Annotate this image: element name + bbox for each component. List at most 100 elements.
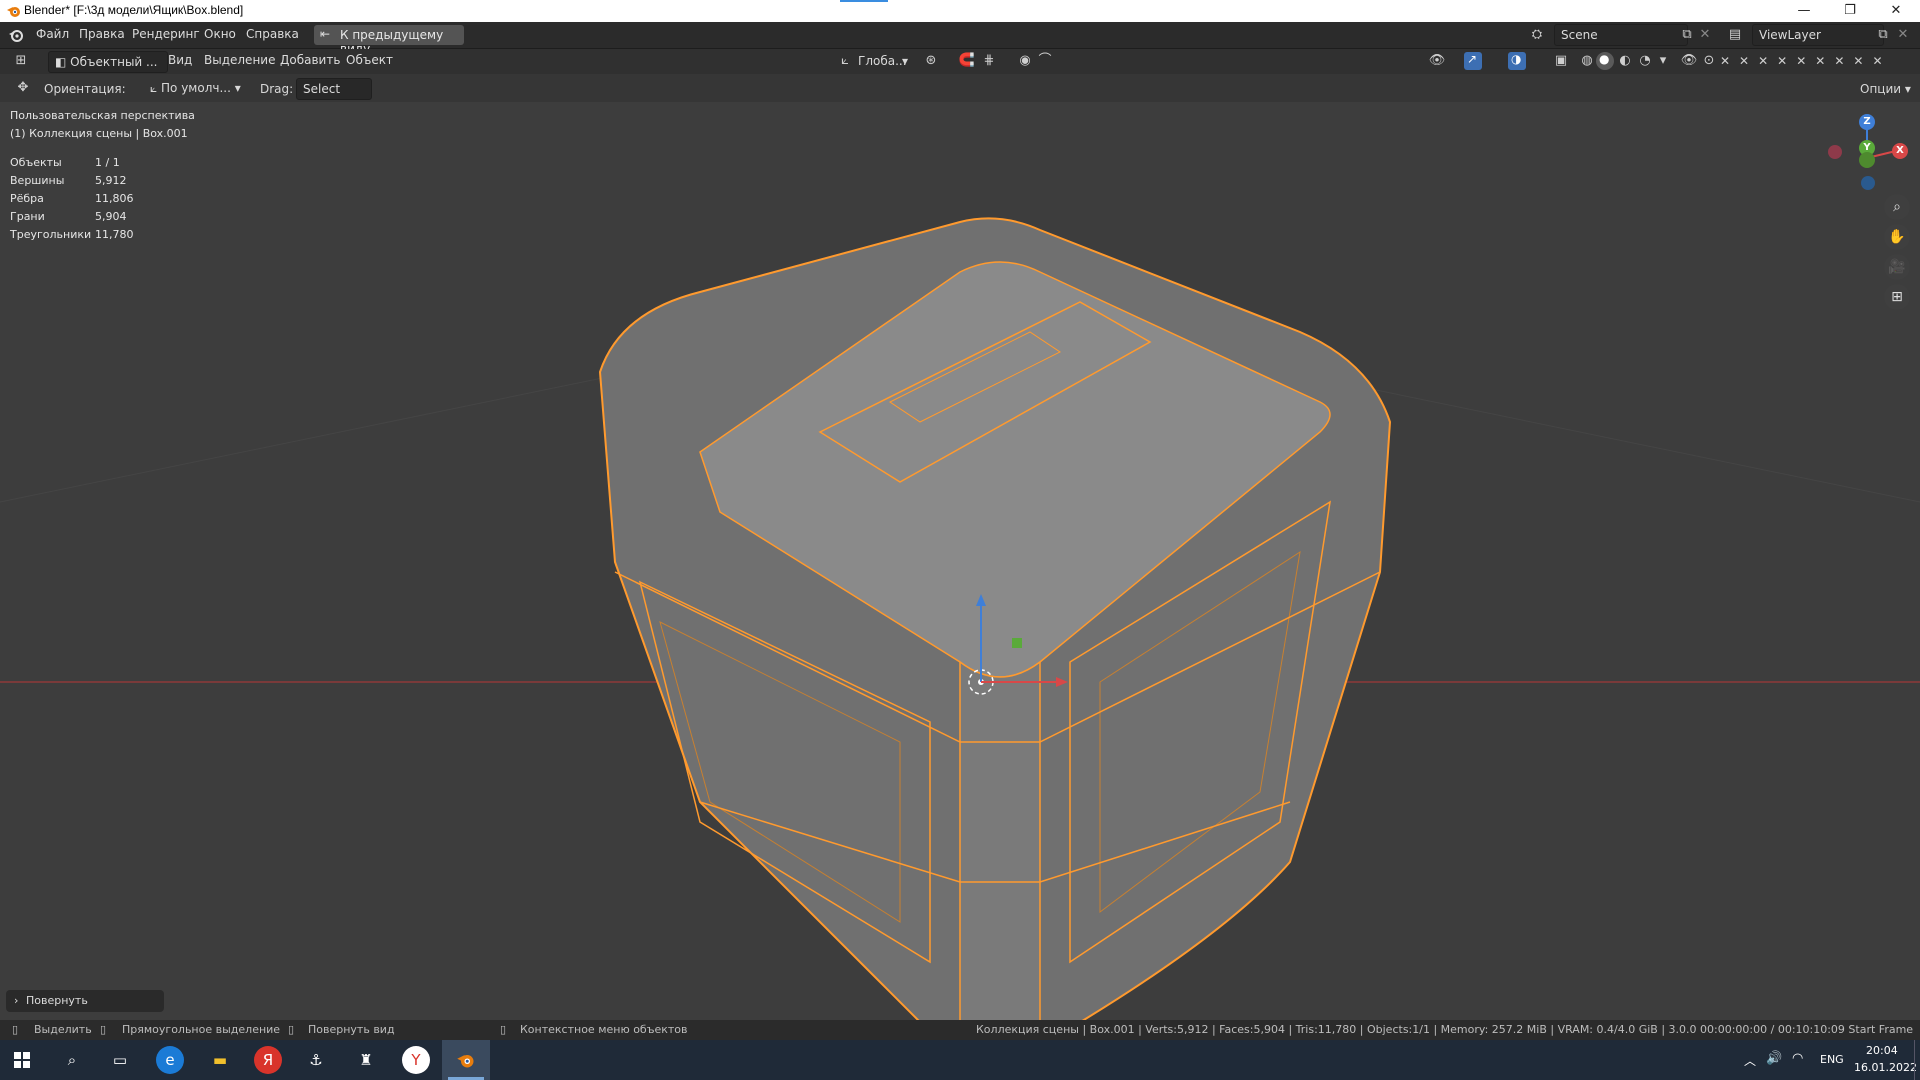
wows-launcher-icon[interactable]: ⚓ (302, 1046, 330, 1074)
minimize-button[interactable]: — (1781, 0, 1827, 22)
volume-icon[interactable]: 🔊 (1766, 1051, 1782, 1066)
snap-toggle-icon[interactable]: 🧲 (958, 52, 976, 70)
options-label: Опции (1860, 82, 1902, 96)
navigation-gizmo[interactable]: Z Y X (1822, 110, 1912, 200)
clock-time[interactable]: 20:04 (1866, 1044, 1898, 1057)
back-to-previous-button[interactable]: ⇤ К предыдущему виду (314, 25, 464, 56)
last-operator-label: Повернуть (26, 994, 88, 1007)
proportional-edit-icon[interactable]: ◉ (1016, 52, 1034, 70)
mode-dropdown[interactable]: ◧ Объектный ... ▾ (48, 51, 168, 89)
snap-target-icon[interactable]: ⋕ (980, 52, 998, 70)
menu-render[interactable]: Рендеринг (132, 27, 200, 41)
stat-row: Грани 5,904 (10, 210, 170, 228)
gizmo-z-axis[interactable]: Z (1859, 114, 1875, 130)
maximize-button[interactable]: ❐ (1827, 0, 1873, 22)
menu-object[interactable]: Объект (346, 53, 393, 67)
show-desktop-button[interactable] (1914, 1040, 1920, 1080)
stat-value: 5,904 (95, 210, 127, 223)
chevron-right-icon: › (14, 994, 19, 1007)
yandex-icon[interactable]: Я (254, 1046, 282, 1074)
3d-viewport[interactable]: Пользовательская перспектива (1) Коллекц… (0, 102, 1920, 1020)
viewport-filter-icons[interactable]: ✕✕✕✕✕✕✕✕✕ (1720, 54, 1892, 68)
options-dropdown[interactable]: Опции ▾ (1860, 82, 1911, 96)
viewlayer-name-field[interactable]: ViewLayer (1752, 24, 1884, 46)
task-view-icon[interactable]: ▭ (106, 1046, 134, 1074)
mouse-middle-icon: ▯ (288, 1023, 295, 1036)
box-mesh (598, 217, 1392, 1020)
stat-value: 11,806 (95, 192, 134, 205)
pan-hand-icon[interactable]: ✋ (1884, 224, 1910, 250)
menu-help[interactable]: Справка (246, 27, 299, 41)
search-icon[interactable]: ⌕ (58, 1046, 86, 1074)
orientation-dropdown[interactable]: ⟀ По умолч... ▾ (150, 78, 244, 98)
wot-launcher-icon[interactable]: ♜ (352, 1046, 380, 1074)
tray-chevron-up-icon[interactable]: ︿ (1744, 1052, 1756, 1069)
camera-view-icon[interactable]: 🎥 (1884, 254, 1910, 280)
gizmo-neg-x[interactable] (1828, 145, 1842, 159)
file-explorer-icon[interactable]: ▬ (206, 1046, 234, 1074)
viewport-scene (0, 217, 1920, 1020)
menu-select[interactable]: Выделение (204, 53, 275, 67)
drag-label: Drag: (260, 82, 294, 96)
gizmo-neg-z[interactable] (1861, 176, 1875, 190)
edge-browser-icon[interactable]: e (156, 1046, 184, 1074)
zoom-icon[interactable]: ⌕ (1884, 194, 1910, 220)
rendered-shading-icon[interactable]: ◔ (1636, 52, 1654, 70)
orientation-value: По умолч... (161, 81, 231, 95)
wifi-icon[interactable]: ◠ (1792, 1051, 1803, 1066)
new-scene-icon[interactable]: ⧉ (1678, 26, 1696, 44)
back-icon: ⇤ (320, 27, 331, 41)
blender-taskbar-button[interactable] (442, 1040, 490, 1080)
transform-orientation-label[interactable]: Глоба... (858, 54, 907, 68)
status-bar: ▯ Выделить ▯ Прямоугольное выделение ▯ П… (0, 1020, 1920, 1040)
viewlayer-selector-icon[interactable]: ▤ (1726, 26, 1744, 44)
menu-add[interactable]: Добавить (280, 53, 340, 67)
transform-orientation-icon: ⟀ (841, 53, 849, 68)
filter-icon[interactable]: ⊙ (1700, 52, 1718, 70)
mode-label: Объектный ... (70, 55, 158, 69)
stat-value: 11,780 (95, 228, 134, 241)
last-operator-panel[interactable]: › Повернуть (6, 990, 164, 1012)
eye-visibility-icon[interactable]: 👁 (1680, 52, 1698, 70)
wireframe-shading-icon[interactable]: ◍ (1578, 52, 1596, 70)
delete-scene-icon[interactable]: ✕ (1696, 26, 1714, 44)
scene-selector-icon[interactable]: ⛭ (1528, 26, 1546, 44)
shading-options-icon[interactable]: ▾ (1654, 52, 1672, 70)
solid-shading-button[interactable]: ● (1596, 52, 1614, 70)
new-viewlayer-icon[interactable]: ⧉ (1874, 26, 1892, 44)
show-gizmo-toggle[interactable]: ↗ (1464, 52, 1482, 70)
stat-label: Объекты (10, 156, 62, 169)
visibility-selector-icon[interactable]: 👁 (1428, 52, 1446, 70)
gizmo-x-axis[interactable]: X (1892, 143, 1908, 159)
scene-name-field[interactable]: Scene (1554, 24, 1688, 46)
menu-window[interactable]: Окно (204, 27, 236, 41)
xray-toggle-icon[interactable]: ▣ (1552, 52, 1570, 70)
scene-statistics: Объекты 1 / 1 Вершины 5,912 Рёбра 11,806… (10, 156, 170, 246)
title-accent-line (840, 0, 888, 2)
blender-menu-icon[interactable] (8, 27, 24, 43)
drag-dropdown[interactable]: Select Box ▾ (296, 78, 372, 116)
blender-app-icon (457, 1055, 474, 1068)
menu-edit[interactable]: Правка (79, 27, 125, 41)
window-title: Blender* [F:\3д модели\Ящик\Box.blend] (24, 3, 244, 17)
language-indicator[interactable]: ENG (1820, 1053, 1844, 1066)
close-button[interactable]: ✕ (1873, 0, 1919, 22)
viewport-header: ⊞ ◧ Объектный ... ▾ Вид Выделение Добави… (0, 49, 1920, 89)
menu-file[interactable]: Файл (36, 27, 69, 41)
editor-type-icon[interactable]: ⊞ (12, 52, 30, 70)
windows-start-icon[interactable] (14, 1052, 30, 1068)
chevron-down-icon: ▾ (230, 81, 241, 95)
clock-date[interactable]: 16.01.2022 (1854, 1061, 1917, 1074)
menu-view[interactable]: Вид (168, 53, 192, 67)
mouse-drag-icon: ▯ (100, 1023, 107, 1036)
delete-viewlayer-icon[interactable]: ✕ (1894, 26, 1912, 44)
yandex-browser-icon[interactable]: Y (402, 1046, 430, 1074)
material-shading-icon[interactable]: ◐ (1616, 52, 1634, 70)
falloff-icon[interactable]: ⌒ (1036, 52, 1054, 70)
stat-row: Вершины 5,912 (10, 174, 170, 192)
viewlayer-name: ViewLayer (1759, 28, 1821, 42)
show-overlays-toggle[interactable]: ◑ (1508, 52, 1526, 70)
gizmo-neg-y[interactable] (1859, 152, 1875, 168)
pivot-point-icon[interactable]: ⊛ (922, 52, 940, 70)
perspective-toggle-icon[interactable]: ⊞ (1884, 284, 1910, 310)
